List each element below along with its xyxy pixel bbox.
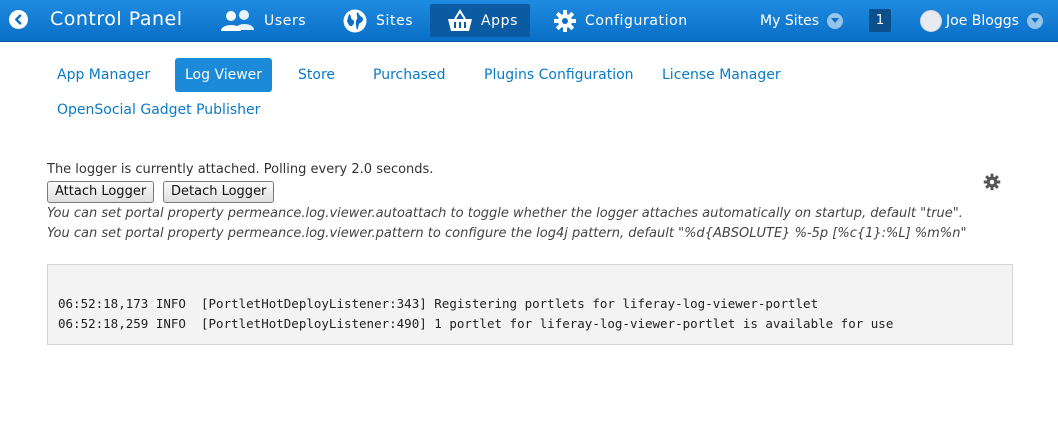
- nav-apps[interactable]: Apps: [430, 4, 530, 37]
- nav-users-label: Users: [264, 12, 307, 29]
- attach-logger-button[interactable]: Attach Logger: [47, 181, 155, 203]
- tab-opensocial-gadget-publisher[interactable]: OpenSocial Gadget Publisher: [47, 93, 270, 127]
- tab-purchased[interactable]: Purchased: [363, 58, 455, 92]
- log-line: 06:52:18,173 INFO [PortletHotDeployListe…: [58, 296, 819, 311]
- tab-log-viewer[interactable]: Log Viewer: [175, 58, 273, 92]
- globe-icon: [342, 8, 368, 34]
- top-navigation-bar: Control Panel Users Sites Apps Configura…: [0, 0, 1058, 42]
- gear-icon[interactable]: [983, 173, 1001, 191]
- app-title: Control Panel: [50, 8, 183, 30]
- user-name: Joe Bloggs: [946, 12, 1019, 29]
- tab-plugins-configuration[interactable]: Plugins Configuration: [474, 58, 644, 92]
- detach-logger-button[interactable]: Detach Logger: [163, 181, 275, 203]
- my-sites-dropdown[interactable]: My Sites: [760, 4, 843, 37]
- log-line: 06:52:18,259 INFO [PortletHotDeployListe…: [58, 316, 894, 331]
- tab-app-manager[interactable]: App Manager: [47, 58, 160, 92]
- tab-store[interactable]: Store: [288, 58, 345, 92]
- logger-status: The logger is currently attached. Pollin…: [47, 162, 434, 177]
- users-icon: [220, 9, 256, 33]
- log-output[interactable]: 06:52:18,173 INFO [PortletHotDeployListe…: [47, 264, 1013, 345]
- gear-icon: [553, 9, 577, 33]
- chevron-down-icon: [1026, 12, 1043, 29]
- notifications-badge[interactable]: 1: [869, 9, 891, 32]
- nav-configuration-label: Configuration: [585, 12, 688, 29]
- nav-configuration[interactable]: Configuration: [553, 4, 688, 37]
- nav-users[interactable]: Users: [220, 4, 306, 37]
- basket-icon: [447, 8, 473, 33]
- nav-sites[interactable]: Sites: [342, 4, 413, 37]
- chevron-down-icon: [827, 12, 843, 29]
- my-sites-label: My Sites: [760, 12, 819, 29]
- back-icon[interactable]: [9, 10, 28, 29]
- autoattach-note: You can set portal property permeance.lo…: [47, 206, 963, 221]
- pattern-note: You can set portal property permeance.lo…: [47, 226, 967, 241]
- tab-license-manager[interactable]: License Manager: [652, 58, 791, 92]
- nav-apps-label: Apps: [481, 12, 519, 29]
- avatar: [920, 9, 942, 32]
- user-menu[interactable]: Joe Bloggs: [920, 4, 1043, 37]
- nav-sites-label: Sites: [376, 12, 414, 29]
